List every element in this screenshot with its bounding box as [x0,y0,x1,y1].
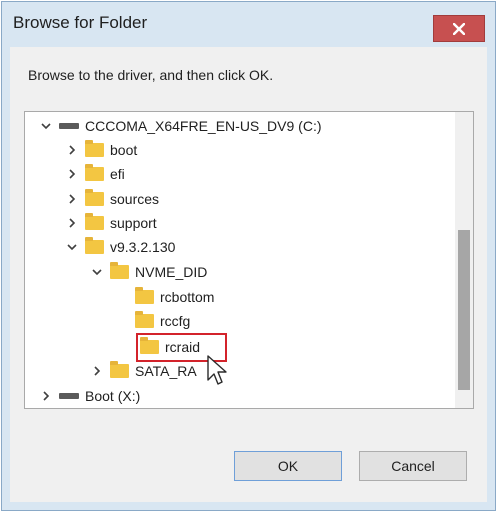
tree-item-label: sources [110,191,160,207]
tree-item-label: boot [110,142,138,158]
chevron-right-icon[interactable] [39,389,53,403]
tree-item-sata-ra[interactable]: SATA_RA [90,360,197,382]
tree-item-label: efi [110,166,125,182]
tree-item-label: v9.3.2.130 [110,239,176,255]
folder-icon [85,164,104,181]
close-button[interactable] [433,15,485,42]
tree-item-label: Boot (X:) [85,388,141,404]
folder-icon [135,287,154,304]
chevron-down-icon[interactable] [90,265,104,279]
instruction-text: Browse to the driver, and then click OK. [28,67,274,83]
tree-item-boot[interactable]: boot [65,139,137,161]
chevron-right-icon[interactable] [90,364,104,378]
dialog-body: Browse to the driver, and then click OK.… [10,47,487,502]
close-icon [453,22,465,35]
chevron-right-icon[interactable] [65,216,79,230]
tree-item-v9-3-2-130[interactable]: v9.3.2.130 [65,236,175,258]
chevron-right-icon[interactable] [65,143,79,157]
tree-item-label: rccfg [160,313,191,329]
tree-item-label: support [110,215,157,231]
chevron-right-icon[interactable] [65,167,79,181]
folder-icon [85,189,104,206]
chevron-down-icon[interactable] [39,119,53,133]
drive-icon [59,393,79,399]
tree-item-c-drive[interactable]: CCCOMA_X64FRE_EN-US_DV9 (C:) [39,115,322,137]
title-bar[interactable]: Browse for Folder [2,2,495,46]
tree-item-efi[interactable]: efi [65,163,125,185]
cancel-button[interactable]: Cancel [359,451,467,481]
tree-item-label: NVME_DID [135,264,208,280]
mouse-pointer-icon [207,355,227,385]
tree-item-label: rcbottom [160,289,215,305]
chevron-right-icon[interactable] [65,192,79,206]
tree-item-sources[interactable]: sources [65,188,159,210]
tree-item-rccfg[interactable]: rccfg [135,310,190,332]
drive-icon [59,123,79,129]
folder-tree[interactable]: CCCOMA_X64FRE_EN-US_DV9 (C:) boot efi so… [24,111,474,409]
tree-item-support[interactable]: support [65,212,157,234]
browse-for-folder-dialog: Browse for Folder Browse to the driver, … [1,1,496,511]
chevron-down-icon[interactable] [65,240,79,254]
folder-icon [110,262,129,279]
ok-button[interactable]: OK [234,451,342,481]
window-title: Browse for Folder [13,13,148,32]
tree-item-nvme-did[interactable]: NVME_DID [90,261,207,283]
tree-scrollbar[interactable] [455,112,473,408]
scrollbar-thumb[interactable] [458,230,470,390]
tree-item-rcbottom[interactable]: rcbottom [135,286,214,308]
folder-icon [85,140,104,157]
tree-item-boot-x-drive[interactable]: Boot (X:) [39,385,140,407]
folder-icon [110,361,129,378]
tree-item-label: SATA_RA [135,363,197,379]
tree-item-label: CCCOMA_X64FRE_EN-US_DV9 (C:) [85,118,322,134]
folder-icon [85,213,104,230]
folder-icon [85,237,104,254]
folder-icon [135,311,154,328]
